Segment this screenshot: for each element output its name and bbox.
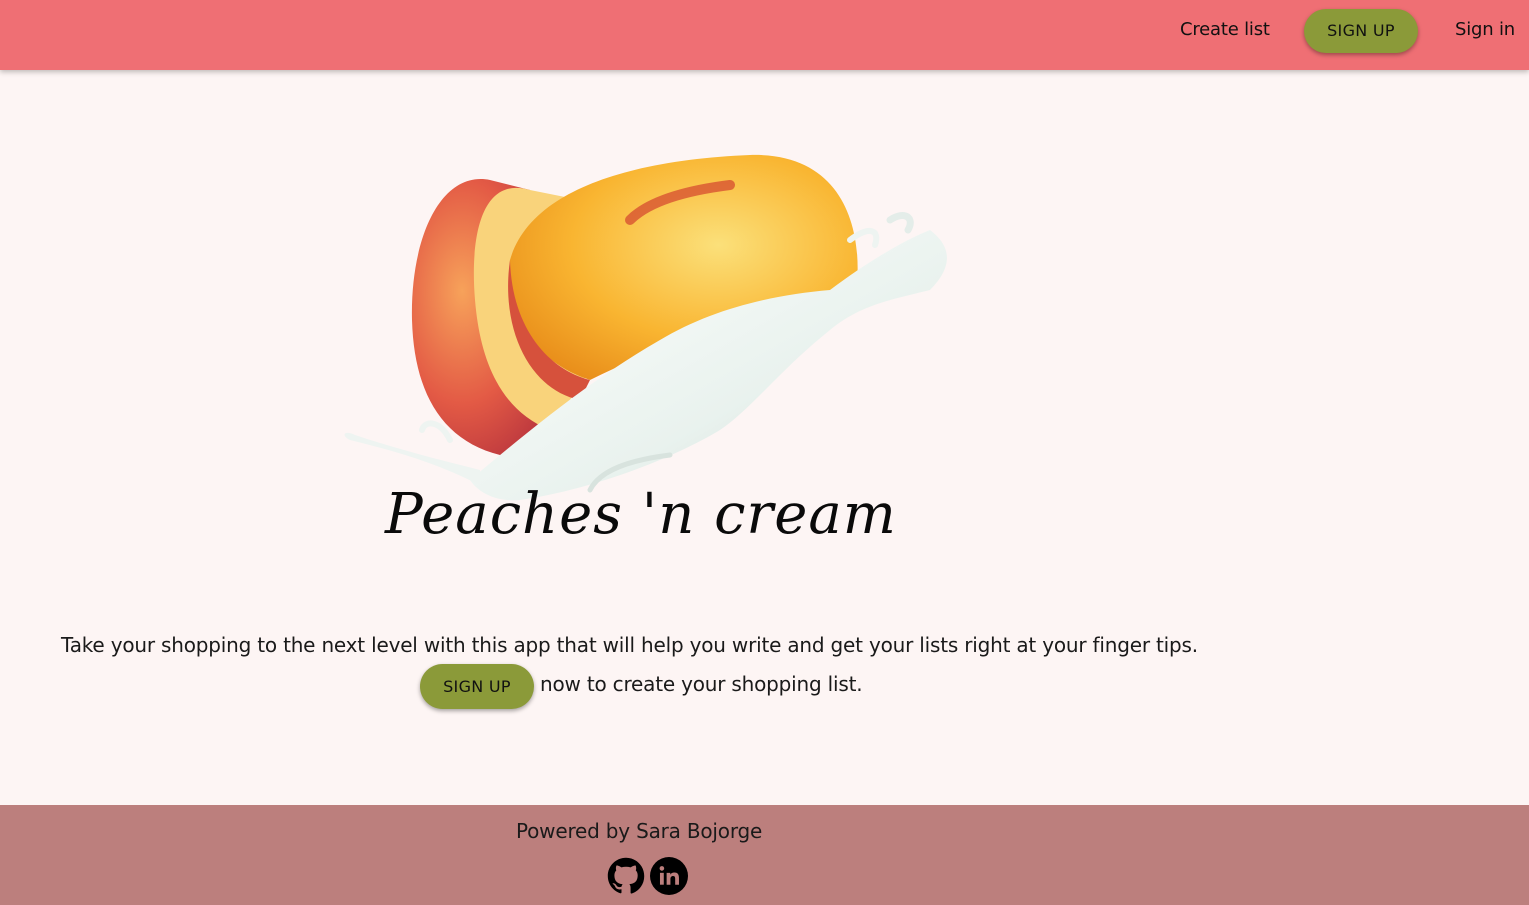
cta-signup-button[interactable]: SIGN UP: [420, 664, 534, 709]
linkedin-icon[interactable]: [650, 857, 688, 895]
tagline-text: Take your shopping to the next level wit…: [61, 633, 1198, 657]
create-list-link[interactable]: Create list: [1180, 19, 1270, 40]
github-icon[interactable]: [607, 857, 645, 895]
sign-in-link[interactable]: Sign in: [1455, 19, 1515, 40]
cta-text: now to create your shopping list.: [540, 672, 863, 696]
powered-by-text: Powered by Sara Bojorge: [516, 819, 763, 843]
nav-signup-button[interactable]: SIGN UP: [1304, 9, 1418, 53]
footer: Powered by Sara Bojorge: [0, 805, 1529, 905]
hero-title: Peaches 'n cream: [385, 482, 897, 547]
navbar: Create list SIGN UP Sign in: [0, 0, 1529, 70]
